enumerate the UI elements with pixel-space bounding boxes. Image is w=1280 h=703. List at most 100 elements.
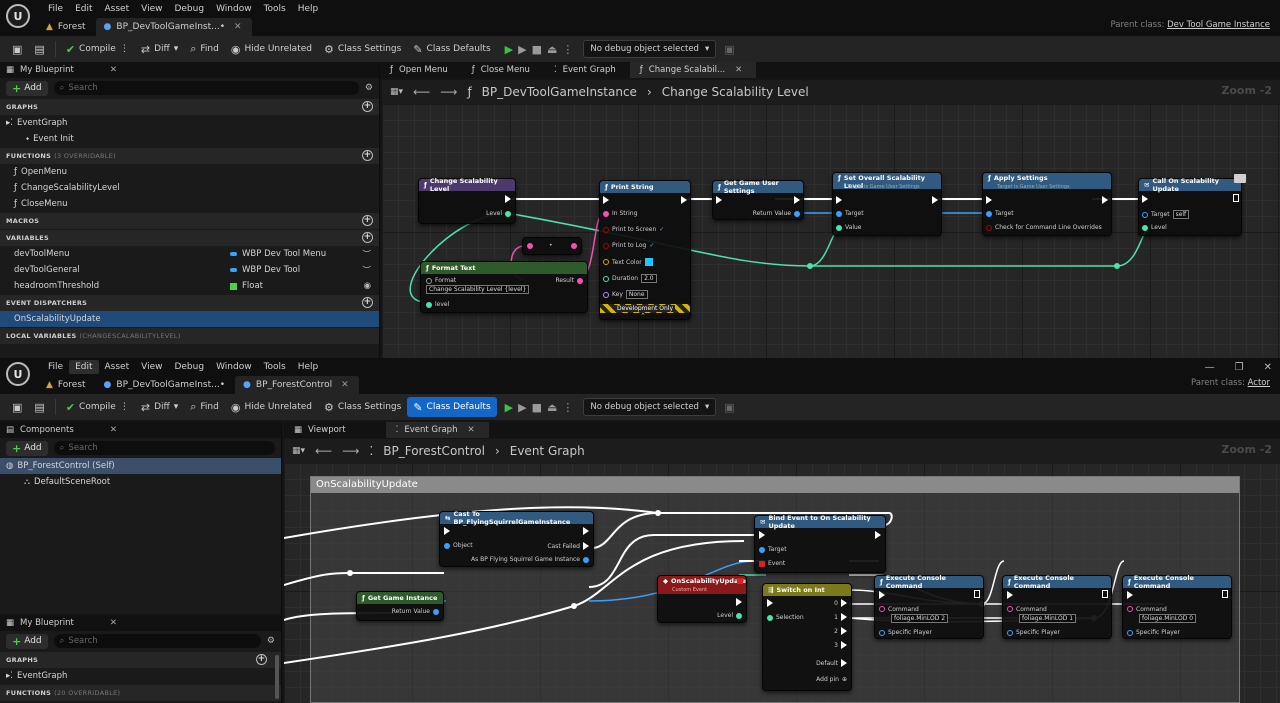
function-item[interactable]: ƒ OpenMenu [0,164,379,180]
exec-in-pin[interactable] [603,196,609,204]
exec-in-pin[interactable] [444,527,450,535]
format-input[interactable]: Change Scalability Level {level} [426,285,530,294]
command-input[interactable]: foliage.MinLOD 1 [1019,614,1077,623]
tab-change-scalability[interactable]: ƒ Change Scalabil... ✕ [629,62,757,78]
variable-item[interactable]: devToolMenu WBP Dev Tool Menu ︶ [0,246,379,262]
variable-item[interactable]: devToolGeneral WBP Dev Tool ︶ [0,262,379,278]
reroute-out-pin[interactable] [571,243,577,249]
function-item[interactable]: ƒ CloseMenu [0,196,379,212]
exec-in-pin[interactable] [1142,195,1148,203]
gear-icon[interactable]: ⚙ [365,83,373,93]
diff-button[interactable]: ⇄ Diff ▾ [135,39,184,59]
case-2-pin[interactable]: 2 [834,627,847,635]
scrollbar[interactable] [275,655,279,699]
add-pin-button[interactable]: Add pin ⊕ [816,676,847,683]
add-button[interactable]: + Add [6,80,48,96]
class-defaults-button[interactable]: ✎ Class Defaults [407,39,496,59]
object-pin[interactable]: Object [444,542,473,549]
debug-filter-icon[interactable]: ▣ [724,43,734,56]
result-pin[interactable]: Result [555,277,583,284]
graph-canvas[interactable]: ƒ Change Scalability Level Level • ƒ Forma… [382,104,1280,358]
add-dispatcher-icon[interactable]: + [362,297,373,308]
call-dispatcher-node[interactable]: ✉ Call On Scalability Update Target self L… [1138,177,1242,236]
browse-button[interactable]: ▤ [28,397,50,417]
menu-tools[interactable]: Tools [258,360,292,374]
class-defaults-button[interactable]: ✎ Class Defaults [407,397,497,417]
event-dispatchers-category[interactable]: EVENT DISPATCHERS + [0,295,379,311]
key-input[interactable]: None [625,290,648,299]
command-pin[interactable]: Command foliage.MinLOD 1 [1007,606,1077,623]
close-icon[interactable]: ✕ [110,65,117,75]
print-to-log-pin[interactable]: Print to Log ✓ [603,242,654,249]
checkbox-icon[interactable]: ✓ [659,226,664,233]
minimize-icon[interactable]: — [1205,362,1215,373]
menu-window[interactable]: Window [210,2,258,16]
command-input[interactable]: foliage.MinLOD 0 [1139,614,1197,623]
back-arrow-icon[interactable]: ⟵ [315,444,332,458]
functions-category[interactable]: FUNCTIONS (3 OVERRIDABLE) + [0,148,379,164]
duration-pin[interactable]: Duration 2.0 [603,274,657,283]
return-value-pin[interactable]: Return Value [392,608,439,615]
set-overall-scalability-node[interactable]: ƒ Set Overall Scalability Level Target is… [832,172,942,236]
class-settings-button[interactable]: ⚙ Class Settings [318,39,407,59]
step-icon[interactable]: ▶ [518,43,526,56]
duration-input[interactable]: 2.0 [641,274,657,283]
breadcrumb-blueprint[interactable]: BP_ForestControl [383,444,485,458]
event-graph-item[interactable]: ▸⁚ EventGraph [0,115,379,131]
close-icon[interactable]: ✕ [110,618,117,628]
switch-on-int-node[interactable]: ⇶ Switch on Int Selection 0 1 2 3 Default… [762,583,852,691]
graphs-category[interactable]: GRAPHS + [0,652,281,668]
hide-unrelated-button[interactable]: ◉ Hide Unrelated [225,397,318,417]
debug-filter-icon[interactable]: ▣ [724,401,734,414]
add-variable-icon[interactable]: + [362,232,373,243]
tab-bp-devtoolgameinstance[interactable]: ● BP_DevToolGameInst...• ✕ [95,18,252,36]
search-input[interactable]: ⌕ Search [53,634,261,648]
save-button[interactable]: ▣ [6,397,28,417]
class-settings-button[interactable]: ⚙ Class Settings [318,397,407,417]
restore-icon[interactable]: ❐ [1235,362,1244,373]
cast-failed-pin[interactable]: Cast Failed [547,542,589,550]
console-command-node-3[interactable]: ƒ Execute Console Command Command foliage.… [1122,574,1232,639]
add-button[interactable]: + Add [6,440,48,456]
tab-forest[interactable]: ▲ Forest [38,376,96,394]
apply-settings-node[interactable]: ƒ Apply Settings Target is Game User Sett… [982,172,1112,236]
compile-button[interactable]: ✔ Compile ⋮ [60,397,135,417]
specific-player-pin[interactable]: Specific Player [1127,629,1180,636]
level-out-pin[interactable]: Level [486,210,511,217]
menu-asset[interactable]: Asset [99,360,136,374]
close-icon[interactable]: ✕ [110,425,117,435]
value-pin[interactable]: Value [836,224,861,231]
target-pin[interactable]: Target [759,546,787,553]
menu-edit[interactable]: Edit [69,360,99,374]
stop-icon[interactable]: ■ [532,401,542,414]
check-overrides-pin[interactable]: Check for Command Line Overrides [986,224,1102,231]
exec-in-pin[interactable] [759,531,765,539]
command-pin[interactable]: Command foliage.MinLOD 2 [879,606,949,623]
unreal-logo-icon[interactable]: U [6,362,30,386]
menu-asset[interactable]: Asset [99,2,136,16]
target-pin[interactable]: Target self [1142,210,1190,219]
variables-category[interactable]: VARIABLES + [0,230,379,246]
color-swatch[interactable] [644,258,653,266]
play-icon[interactable]: ▶ [505,401,513,414]
close-icon[interactable]: ✕ [1264,362,1272,373]
exec-out-pin[interactable] [974,590,980,598]
variable-type[interactable]: WBP Dev Tool Menu [230,249,326,259]
exec-in-pin[interactable] [986,196,992,204]
exec-in-pin[interactable] [767,599,773,607]
close-icon[interactable]: ✕ [735,65,742,75]
menu-file[interactable]: File [42,360,69,374]
case-3-pin[interactable]: 3 [834,641,847,649]
visibility-icon[interactable]: ︶ [362,264,371,276]
menu-debug[interactable]: Debug [168,2,210,16]
default-pin[interactable]: Default [816,659,847,667]
stop-icon[interactable]: ■ [532,43,542,56]
macros-category[interactable]: MACROS + [0,213,379,229]
variable-type[interactable]: Float [230,281,263,291]
gear-icon[interactable]: ⚙ [267,636,275,646]
unreal-logo-icon[interactable]: U [6,4,30,28]
breadcrumb-blueprint[interactable]: BP_DevToolGameInstance [482,85,637,99]
exec-out-pin[interactable] [1222,590,1228,598]
exec-out-pin[interactable] [794,196,800,204]
search-input[interactable]: ⌕ Search [53,441,275,455]
